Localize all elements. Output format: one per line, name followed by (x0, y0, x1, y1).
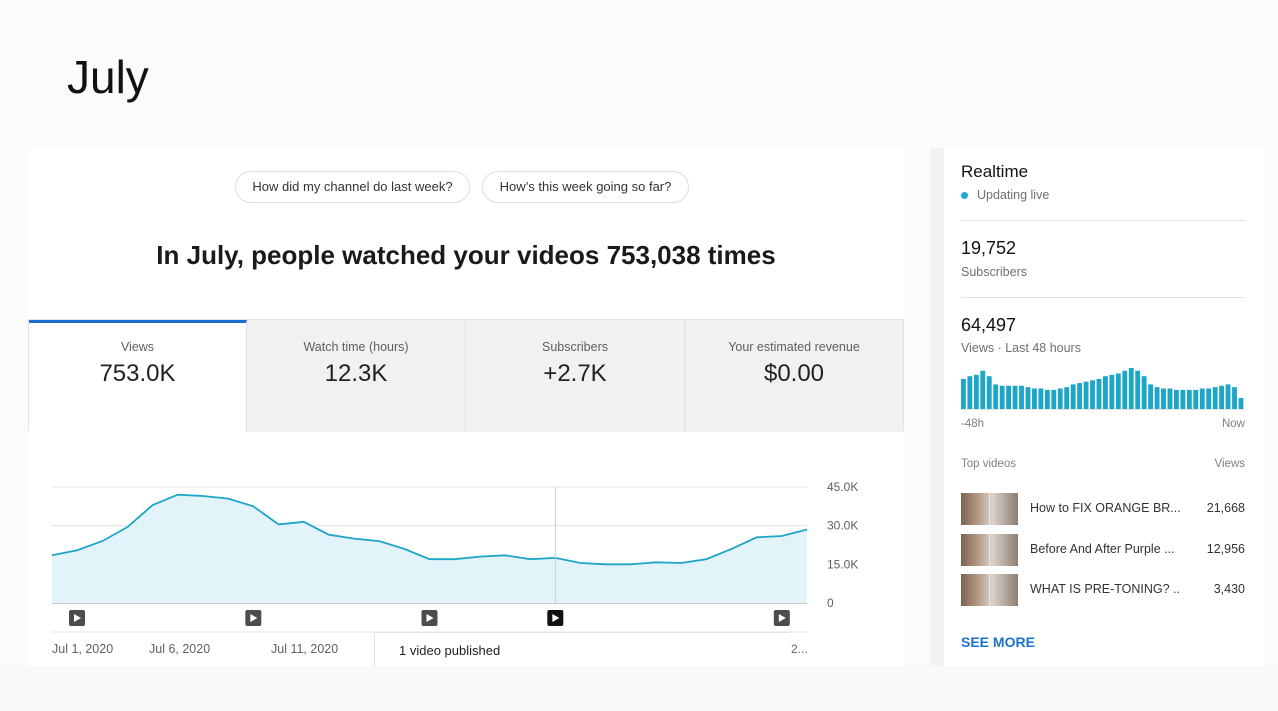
views-column-label: Views (1214, 458, 1245, 470)
top-video-row[interactable]: Before And After Purple ... 12,956 (961, 534, 1245, 566)
top-video-row[interactable]: How to FIX ORANGE BR... 21,668 (961, 493, 1245, 525)
subscriber-label: Subscribers (961, 265, 1027, 279)
video-thumbnail (961, 493, 1018, 525)
x-tick-label: Jul 11, 2020 (271, 642, 339, 656)
range-start: -48h (961, 418, 985, 430)
realtime-bar (1096, 378, 1102, 409)
realtime-bar (1206, 388, 1212, 409)
see-more-link[interactable]: SEE MORE (961, 634, 1035, 650)
realtime-bar (1225, 384, 1231, 409)
views-chart: 45.0K 30.0K 15.0K 0 (51, 480, 858, 633)
video-title: Before And After Purple ... (1030, 542, 1175, 556)
realtime-bar (1238, 398, 1244, 409)
realtime-bar (1032, 388, 1037, 409)
realtime-bar (1232, 387, 1237, 409)
divider (961, 297, 1245, 298)
y-tick-label: 0 (827, 596, 834, 610)
x-tick-label: Jul 6, 2020 (149, 642, 211, 656)
tooltip-text: 1 video published (399, 643, 501, 658)
video-title: WHAT IS PRE-TONING? ... (1030, 582, 1180, 596)
video-thumbnail (961, 534, 1018, 566)
realtime-bar (1044, 389, 1050, 409)
realtime-bar (1083, 381, 1089, 409)
top-videos-label: Top videos (961, 458, 1016, 470)
realtime-bar (973, 374, 979, 409)
realtime-bar (1090, 380, 1095, 409)
realtime-bar (1219, 385, 1225, 409)
divider (961, 409, 1245, 410)
realtime-bar (1174, 389, 1179, 409)
realtime-bar (961, 378, 966, 409)
video-title: How to FIX ORANGE BR... (1030, 501, 1180, 515)
realtime-bar (1180, 389, 1186, 409)
area-fill (52, 494, 807, 603)
live-indicator-icon (961, 192, 968, 199)
realtime-bar (1115, 373, 1121, 409)
bottom-fade (0, 666, 1278, 711)
realtime-bar (1077, 383, 1083, 409)
realtime-bar (1057, 388, 1063, 409)
realtime-bar (986, 376, 992, 409)
divider (961, 220, 1245, 221)
realtime-bar (999, 385, 1005, 409)
x-tick-label: Jul 1, 2020 (52, 642, 114, 656)
realtime-bar (967, 376, 973, 409)
video-views: 3,430 (1213, 582, 1245, 596)
y-tick-label: 15.0K (827, 557, 858, 571)
realtime-bar (1212, 387, 1218, 409)
views-48h-count: 64,497 (961, 315, 1017, 335)
y-tick-label: 30.0K (827, 519, 858, 533)
views-48h-label: Views · Last 48 hours (961, 341, 1081, 355)
realtime-bar (1051, 389, 1057, 409)
realtime-bar (1064, 387, 1070, 409)
realtime-bar (1128, 368, 1134, 409)
video-thumbnail (961, 574, 1018, 606)
video-views: 12,956 (1206, 542, 1245, 556)
tooltip-more: 2... (791, 642, 808, 656)
realtime-bar (1148, 384, 1154, 409)
realtime-bar (980, 370, 986, 409)
realtime-bar (1025, 387, 1031, 409)
realtime-bar (1109, 374, 1115, 409)
realtime-title: Realtime (961, 162, 1029, 181)
range-end: Now (1221, 418, 1245, 430)
realtime-bar (993, 384, 999, 409)
realtime-bar (1070, 384, 1076, 409)
realtime-bar (1199, 388, 1205, 409)
realtime-bar (1103, 376, 1108, 409)
realtime-bar-chart (961, 368, 1244, 409)
realtime-bar (1135, 370, 1141, 409)
realtime-bar (1167, 388, 1173, 409)
subscriber-count: 19,752 (961, 238, 1017, 258)
realtime-bar (1038, 388, 1044, 409)
realtime-bar (1122, 370, 1128, 409)
live-status: Updating live (977, 188, 1050, 202)
video-views: 21,668 (1206, 501, 1245, 515)
realtime-bar (1006, 385, 1012, 409)
y-tick-label: 45.0K (827, 480, 858, 494)
realtime-bar (1193, 389, 1199, 409)
realtime-bar (1186, 389, 1192, 409)
realtime-bar (1141, 376, 1147, 409)
video-published-tooltip: 1 video published (374, 632, 789, 666)
realtime-bar (1154, 387, 1160, 409)
realtime-bar (1161, 388, 1166, 409)
realtime-bar (1012, 385, 1018, 409)
top-video-row[interactable]: WHAT IS PRE-TONING? ... 3,430 (961, 574, 1245, 606)
realtime-bar (1019, 385, 1024, 409)
